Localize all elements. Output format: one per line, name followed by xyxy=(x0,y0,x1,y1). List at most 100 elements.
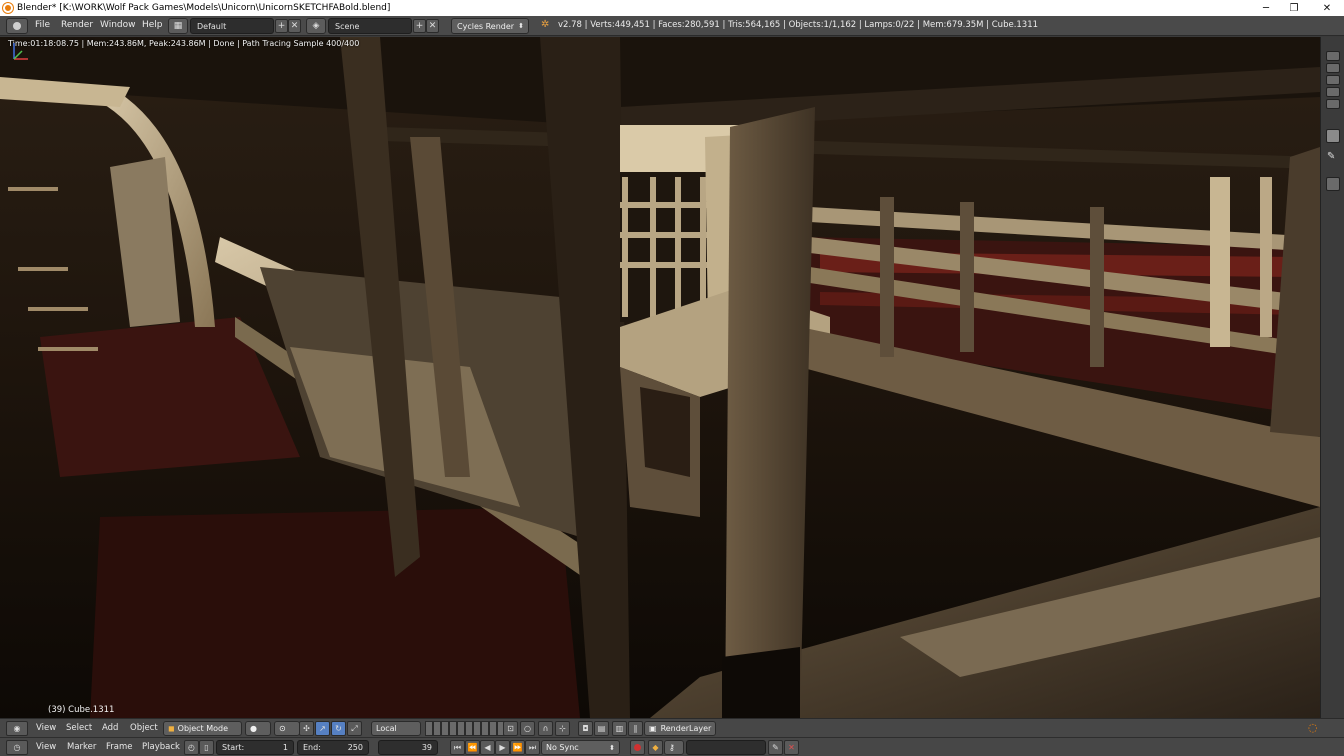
screen-layout-field[interactable]: Default xyxy=(190,18,274,34)
start-frame-value: 1 xyxy=(282,743,288,752)
snap-toggle[interactable]: ∩ xyxy=(538,721,553,736)
pause-render-toggle[interactable]: ∥ xyxy=(628,721,643,736)
rotate-toggle[interactable]: ↻ xyxy=(331,721,346,736)
3d-viewport[interactable]: Time:01:18:08.75 | Mem:243.86M, Peak:243… xyxy=(0,37,1320,718)
render-layer-value: RenderLayer xyxy=(660,724,712,733)
timeline-clock-icon: ◷ xyxy=(13,743,21,752)
delete-keyframe-button[interactable]: ✕ xyxy=(784,740,799,755)
screen-layout-icon-button[interactable]: ▦ xyxy=(168,18,188,34)
render-status-text: Time:01:18:08.75 | Mem:243.86M, Peak:243… xyxy=(8,39,360,48)
interaction-mode-dropdown[interactable]: ◼ Object Mode xyxy=(163,721,242,736)
keying-set-button[interactable]: ◆ xyxy=(648,740,663,755)
play-button[interactable]: ▶ xyxy=(495,740,510,755)
properties-region-strip: ✎ xyxy=(1320,37,1344,718)
brush-icon[interactable]: ✎ xyxy=(1327,151,1335,162)
layer-buttons-group-a[interactable] xyxy=(425,721,465,736)
insert-keyframe-button[interactable]: ✎ xyxy=(768,740,783,755)
corner-resize-icon[interactable]: ◌ xyxy=(1308,721,1318,734)
jump-to-end-button[interactable]: ⏭ xyxy=(525,740,540,755)
end-frame-label: End: xyxy=(303,743,321,752)
close-button[interactable]: ✕ xyxy=(1310,0,1344,16)
delete-scene-button[interactable]: ✕ xyxy=(426,19,439,33)
record-icon xyxy=(634,744,641,751)
restore-button[interactable]: ❐ xyxy=(1277,0,1311,16)
layer-buttons-group-b[interactable] xyxy=(465,721,505,736)
current-frame-field[interactable]: 39 xyxy=(378,740,438,755)
snap-element-dropdown[interactable]: ⊹ xyxy=(555,721,570,736)
x-icon: ✕ xyxy=(290,21,299,31)
object-mode-icon: ◼ xyxy=(168,724,175,733)
x-icon: ✕ xyxy=(788,743,795,752)
scene-field[interactable]: Scene xyxy=(328,18,412,34)
clock-icon: ◴ xyxy=(188,743,195,752)
play-reverse-button[interactable]: ◀ xyxy=(480,740,495,755)
info-header: File Render Window Help ▦ Default + ✕ ◈ … xyxy=(0,16,1344,36)
menu-file[interactable]: File xyxy=(35,20,50,30)
scene-icon: ◈ xyxy=(312,21,320,31)
pivot-point-dropdown[interactable]: ⊙ xyxy=(274,721,300,736)
end-frame-value: 250 xyxy=(347,743,363,752)
active-keying-set-field[interactable] xyxy=(686,740,766,755)
translate-toggle[interactable]: ↗ xyxy=(315,721,330,736)
timeline-header: ◷ View Marker Frame Playback ◴ ▯ Start: … xyxy=(0,737,1344,756)
opengl-render-button[interactable]: ◘ xyxy=(578,721,593,736)
keying-set-dropdown[interactable]: ⚷ xyxy=(664,740,684,755)
window-title-bar: Blender* [K:\WORK\Wolf Pack Games\Models… xyxy=(0,0,1344,16)
jump-keyframe-back-button[interactable]: ⏪ xyxy=(465,740,480,755)
scale-toggle[interactable]: ⤢ xyxy=(347,721,362,736)
delete-layout-button[interactable]: ✕ xyxy=(288,19,301,33)
add-scene-button[interactable]: + xyxy=(413,19,426,33)
render-engine-dropdown[interactable]: Cycles Render ⬍ xyxy=(451,18,529,34)
proportional-edit-toggle[interactable]: ○ xyxy=(520,721,535,736)
end-frame-field[interactable]: End: 250 xyxy=(297,740,369,755)
chevron-updown-icon: ⬍ xyxy=(609,743,615,752)
panel-toggle-button[interactable] xyxy=(1326,75,1340,85)
lock-layers-toggle[interactable]: ⊡ xyxy=(503,721,518,736)
jump-keyframe-forward-button[interactable]: ⏩ xyxy=(510,740,525,755)
menu-select[interactable]: Select xyxy=(66,723,92,733)
lock-frame-toggle[interactable]: ▯ xyxy=(199,740,214,755)
key-icon: ⚷ xyxy=(669,743,675,752)
manipulator-toggle[interactable]: ✣ xyxy=(299,721,314,736)
panel-toggle-button[interactable] xyxy=(1326,99,1340,109)
shading-sphere-icon: ● xyxy=(250,724,257,733)
render-preview-icon[interactable] xyxy=(1326,129,1340,143)
arrow-icon: ↗ xyxy=(319,724,326,733)
editor-type-button[interactable] xyxy=(6,18,28,34)
panel-toggle-button[interactable] xyxy=(1326,51,1340,61)
panel-toggle-button[interactable] xyxy=(1326,63,1340,73)
menu-add[interactable]: Add xyxy=(102,723,118,733)
sync-mode-dropdown[interactable]: No Sync ⬍ xyxy=(541,740,620,755)
menu-object[interactable]: Object xyxy=(130,723,158,733)
menu-frame[interactable]: Frame xyxy=(106,742,132,752)
scene-icon-button[interactable]: ◈ xyxy=(306,18,326,34)
menu-playback[interactable]: Playback xyxy=(142,742,180,752)
render-layer-dropdown[interactable]: ▣ RenderLayer xyxy=(644,721,716,736)
active-object-label: (39) Cube.1311 xyxy=(48,705,115,715)
menu-window[interactable]: Window xyxy=(100,20,136,30)
add-layout-button[interactable]: + xyxy=(275,19,288,33)
start-frame-field[interactable]: Start: 1 xyxy=(216,740,294,755)
sync-mode-value: No Sync xyxy=(546,743,579,752)
viewport-shading-dropdown[interactable]: ● xyxy=(245,721,271,736)
preview-range-toggle[interactable]: ◴ xyxy=(184,740,199,755)
menu-render[interactable]: Render xyxy=(61,20,93,30)
menu-view[interactable]: View xyxy=(36,723,56,733)
lock-icon: ⊡ xyxy=(507,724,514,733)
opengl-animation-button[interactable]: ▤ xyxy=(594,721,609,736)
transform-orientation-dropdown[interactable]: Local xyxy=(371,721,421,736)
panel-toggle-button[interactable] xyxy=(1326,87,1340,97)
editor-type-button[interactable]: ◷ xyxy=(6,740,28,755)
jump-to-start-button[interactable]: ⏮ xyxy=(450,740,465,755)
menu-marker[interactable]: Marker xyxy=(67,742,96,752)
interaction-mode-value: Object Mode xyxy=(177,724,229,733)
editor-type-button[interactable]: ◉ xyxy=(6,721,28,736)
auto-keying-toggle[interactable] xyxy=(630,740,645,755)
scroll-arrows-icon[interactable] xyxy=(1326,177,1340,191)
render-layer-icon: ▣ xyxy=(649,724,657,733)
menu-help[interactable]: Help xyxy=(142,20,163,30)
plus-icon: + xyxy=(277,21,286,31)
render-layers-toggle[interactable]: ▥ xyxy=(612,721,627,736)
menu-view[interactable]: View xyxy=(36,742,56,752)
jump-end-icon: ⏭ xyxy=(528,742,537,752)
